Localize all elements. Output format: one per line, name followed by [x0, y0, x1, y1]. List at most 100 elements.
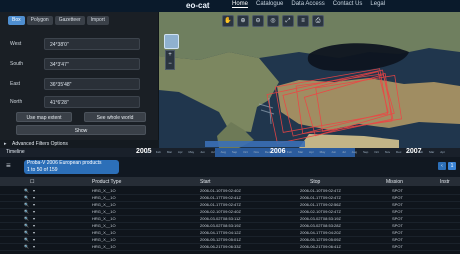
month-label: Apr — [309, 150, 314, 154]
fullscreen-icon[interactable]: ⤢ — [282, 15, 294, 27]
month-label: Jun — [200, 150, 205, 154]
basemap-switch-button[interactable] — [164, 34, 179, 49]
main-nav: Home Catalogue Data Access Contact Us Le… — [232, 1, 385, 8]
show-button[interactable]: Show — [16, 125, 146, 135]
tab-import[interactable]: Import — [86, 16, 109, 25]
magnifier-icon[interactable]: 🔍 — [24, 237, 29, 242]
expand-icon[interactable]: ▾ — [33, 244, 35, 249]
timeline-label: Timeline — [6, 149, 25, 155]
timeline-months: Jan Feb Mar Apr May Jun Jul Aug Sep Oct … — [145, 150, 445, 155]
print-icon[interactable]: ⎙ — [312, 15, 324, 27]
col-stop[interactable]: Stop — [310, 179, 320, 185]
col-mission[interactable]: Mission — [386, 179, 403, 185]
west-label: West — [10, 41, 22, 47]
magnifier-icon[interactable]: 🔍 — [24, 244, 29, 249]
tab-polygon[interactable]: Polygon — [26, 16, 53, 25]
magnifier-icon[interactable]: 🔍 — [24, 202, 29, 207]
cell-product-type: HRG_X__1O — [92, 223, 116, 228]
cell-start: 2006-02-10T09:02:40Z — [200, 209, 241, 214]
cell-start: 2006-05-12T09:05:01Z — [200, 237, 241, 242]
magnifier-icon[interactable]: 🔍 — [24, 209, 29, 214]
month-label: Mar — [297, 150, 304, 154]
north-label: North — [10, 99, 23, 105]
use-map-extent-button[interactable]: Use map extent — [16, 112, 72, 122]
nav-contact[interactable]: Contact Us — [333, 1, 363, 8]
results-summary: Proba-V 2006 European products 1 to 50 o… — [24, 160, 119, 174]
cell-stop: 2006-01-10T09:02:47Z — [300, 188, 341, 193]
expand-icon[interactable]: ▾ — [33, 237, 35, 242]
magnifier-icon[interactable]: 🔍 — [24, 188, 29, 193]
layers-icon[interactable]: ≡ — [297, 15, 309, 27]
cell-product-type: HRG_X__1O — [92, 237, 116, 242]
month-label: Jul — [341, 150, 346, 154]
month-label: Sep — [362, 150, 369, 154]
expand-icon[interactable]: ▾ — [33, 195, 35, 200]
cell-mission: SPOT — [392, 223, 403, 228]
see-whole-world-button[interactable]: See whole world — [84, 112, 146, 122]
north-row: North 41°6'28" — [10, 96, 150, 110]
month-label: Apr — [440, 150, 445, 154]
map-view[interactable]: ✋ ⊕ ⊖ ◎ ⤢ ≡ ⎙ + − — [159, 12, 460, 148]
month-label: Feb — [286, 150, 293, 154]
chevron-down-icon: ▸ — [4, 141, 7, 147]
expand-icon[interactable]: ▾ — [33, 216, 35, 221]
map-canvas[interactable] — [159, 12, 460, 148]
east-input[interactable]: 36°35'48" — [44, 78, 140, 90]
month-label: Aug — [220, 150, 226, 154]
expand-icon[interactable]: ▾ — [33, 209, 35, 214]
select-all-checkbox[interactable]: ☐ — [30, 179, 34, 185]
nav-legal[interactable]: Legal — [370, 1, 385, 8]
south-row: South 34°3'47" — [10, 58, 150, 72]
nav-data-access[interactable]: Data Access — [291, 1, 324, 8]
cell-mission: SPOT — [392, 195, 403, 200]
expand-icon[interactable]: ▾ — [33, 230, 35, 235]
globe-icon[interactable]: ◎ — [267, 15, 279, 27]
results-count: 1 to 50 of 159 — [27, 167, 58, 173]
cell-start: 2006-01-17T09:02:41Z — [200, 195, 241, 200]
zoom-in-icon[interactable]: ⊕ — [237, 15, 249, 27]
magnifier-icon[interactable]: 🔍 — [24, 195, 29, 200]
cell-start: 2006-01-17T09:02:47Z — [200, 202, 241, 207]
month-label: Jan — [145, 150, 150, 154]
east-row: East 36°35'48" — [10, 78, 150, 92]
col-instrument[interactable]: Instr — [440, 179, 450, 185]
cell-mission: SPOT — [392, 216, 403, 221]
magnifier-icon[interactable]: 🔍 — [24, 230, 29, 235]
tab-gazetteer[interactable]: Gazetteer — [54, 16, 85, 25]
month-label: Apr — [177, 150, 183, 154]
cell-start: 2006-03-02T08:53:19Z — [200, 223, 241, 228]
advanced-filters-toggle[interactable]: ▸ Advanced Filters Options — [0, 140, 159, 148]
north-input[interactable]: 41°6'28" — [44, 96, 140, 108]
magnifier-icon[interactable]: 🔍 — [24, 216, 29, 221]
expand-icon[interactable]: ▾ — [33, 202, 35, 207]
prev-page-button[interactable]: ‹ — [438, 162, 446, 170]
tab-box[interactable]: Box — [8, 16, 25, 25]
west-row: West 24°38'0" — [10, 38, 150, 52]
month-label: Feb — [418, 150, 424, 154]
top-navigation-bar: eo-cat Home Catalogue Data Access Contac… — [0, 0, 460, 12]
month-label: Nov — [253, 150, 259, 154]
expand-icon[interactable]: ▾ — [33, 223, 35, 228]
zoom-control[interactable]: + − — [165, 50, 175, 70]
menu-icon[interactable]: ≡ — [6, 161, 11, 170]
month-label: Jan — [276, 150, 281, 154]
cell-product-type: HRG_X__1O — [92, 188, 116, 193]
timeline-bar[interactable]: Timeline 2005 2006 2007 Jan Feb Mar Apr … — [0, 148, 460, 157]
col-product-type[interactable]: Product Type — [92, 179, 121, 185]
page-1-button[interactable]: 1 — [448, 162, 456, 170]
expand-icon[interactable]: ▾ — [33, 188, 35, 193]
south-input[interactable]: 34°3'47" — [44, 58, 140, 70]
nav-catalogue[interactable]: Catalogue — [256, 1, 283, 8]
table-header: ☐ Product Type Start Stop Mission Instr — [0, 177, 460, 186]
cell-start: 2006-06-21T09:06:33Z — [200, 244, 241, 249]
advanced-filters-label: Advanced Filters Options — [12, 141, 68, 147]
month-label: Sep — [231, 150, 238, 154]
west-input[interactable]: 24°38'0" — [44, 38, 140, 50]
magnifier-icon[interactable]: 🔍 — [24, 223, 29, 228]
hand-icon[interactable]: ✋ — [222, 15, 234, 27]
zoom-out-icon[interactable]: ⊖ — [252, 15, 264, 27]
nav-home[interactable]: Home — [232, 1, 249, 8]
table-row[interactable]: 🔍 ▾ HRG_X__1O 2006-06-21T09:06:33Z 2006-06-2… — [0, 243, 460, 251]
col-start[interactable]: Start — [200, 179, 211, 185]
cell-mission: SPOT — [392, 244, 403, 249]
